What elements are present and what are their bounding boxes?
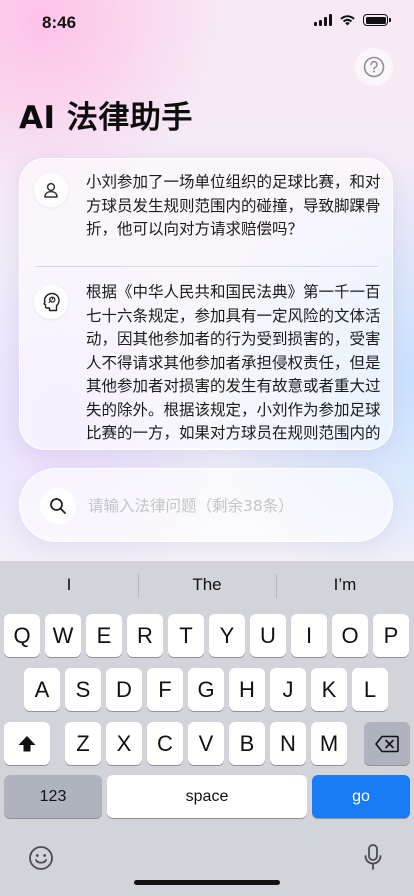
status-time: 8:46 bbox=[42, 13, 77, 32]
predictive-suggestions: I The I’m bbox=[0, 561, 414, 609]
key-u[interactable]: U bbox=[250, 614, 286, 657]
key-d[interactable]: D bbox=[106, 668, 142, 711]
emoji-button[interactable] bbox=[26, 843, 56, 873]
key-g[interactable]: G bbox=[188, 668, 224, 711]
cellular-signal-icon bbox=[314, 14, 332, 26]
question-input-bar[interactable] bbox=[19, 468, 393, 542]
key-b[interactable]: B bbox=[229, 722, 265, 765]
suggestion-item[interactable]: The bbox=[138, 561, 276, 609]
brain-head-icon bbox=[43, 292, 60, 312]
search-icon bbox=[50, 498, 66, 514]
key-o[interactable]: O bbox=[332, 614, 368, 657]
keyboard: I The I’m Q W E R T Y U I O P A S D F G … bbox=[0, 561, 414, 896]
home-indicator bbox=[134, 880, 280, 885]
question-input[interactable] bbox=[88, 491, 378, 521]
key-a[interactable]: A bbox=[24, 668, 60, 711]
key-w[interactable]: W bbox=[45, 614, 81, 657]
key-j[interactable]: J bbox=[270, 668, 306, 711]
person-icon bbox=[44, 182, 58, 198]
battery-icon bbox=[363, 14, 391, 26]
key-y[interactable]: Y bbox=[209, 614, 245, 657]
search-button[interactable] bbox=[40, 488, 76, 524]
key-n[interactable]: N bbox=[270, 722, 306, 765]
key-h[interactable]: H bbox=[229, 668, 265, 711]
key-v[interactable]: V bbox=[188, 722, 224, 765]
microphone-icon bbox=[364, 844, 382, 870]
key-x[interactable]: X bbox=[106, 722, 142, 765]
shift-icon bbox=[18, 735, 36, 751]
help-button[interactable] bbox=[355, 48, 393, 86]
suggestion-item[interactable]: I’m bbox=[276, 561, 414, 609]
emoji-icon bbox=[29, 846, 53, 870]
key-s[interactable]: S bbox=[65, 668, 101, 711]
key-p[interactable]: P bbox=[373, 614, 409, 657]
key-l[interactable]: L bbox=[352, 668, 388, 711]
key-m[interactable]: M bbox=[311, 722, 347, 765]
shift-key[interactable] bbox=[4, 722, 50, 765]
wifi-icon bbox=[340, 15, 355, 26]
key-z[interactable]: Z bbox=[65, 722, 101, 765]
key-e[interactable]: E bbox=[86, 614, 122, 657]
ai-message-text: 根据《中华人民共和国民法典》第一千一百七十六条规定，参加具有一定风险的文体活动，… bbox=[86, 283, 381, 449]
key-f[interactable]: F bbox=[147, 668, 183, 711]
key-r[interactable]: R bbox=[127, 614, 163, 657]
suggestion-item[interactable]: I bbox=[0, 561, 138, 609]
ai-avatar bbox=[34, 285, 68, 319]
go-key[interactable]: go bbox=[312, 775, 410, 818]
key-t[interactable]: T bbox=[168, 614, 204, 657]
page-title: AI 法律助手 bbox=[19, 100, 193, 136]
dictation-button[interactable] bbox=[358, 841, 388, 873]
question-circle-icon bbox=[363, 56, 385, 78]
key-q[interactable]: Q bbox=[4, 614, 40, 657]
space-key[interactable]: space bbox=[107, 775, 307, 818]
numbers-key[interactable]: 123 bbox=[4, 775, 102, 818]
delete-key[interactable] bbox=[364, 722, 410, 765]
delete-backspace-icon bbox=[375, 735, 399, 752]
key-i[interactable]: I bbox=[291, 614, 327, 657]
user-avatar bbox=[34, 173, 68, 207]
key-c[interactable]: C bbox=[147, 722, 183, 765]
key-k[interactable]: K bbox=[311, 668, 347, 711]
chat-card[interactable]: 小刘参加了一场单位组织的足球比赛，和对方球员发生规则范围内的碰撞，导致脚踝骨折，… bbox=[19, 158, 393, 450]
user-message-text: 小刘参加了一场单位组织的足球比赛，和对方球员发生规则范围内的碰撞，导致脚踝骨折，… bbox=[86, 173, 381, 238]
status-bar: 8:46 bbox=[0, 0, 414, 46]
message-divider bbox=[36, 266, 378, 267]
status-icons bbox=[314, 14, 391, 26]
